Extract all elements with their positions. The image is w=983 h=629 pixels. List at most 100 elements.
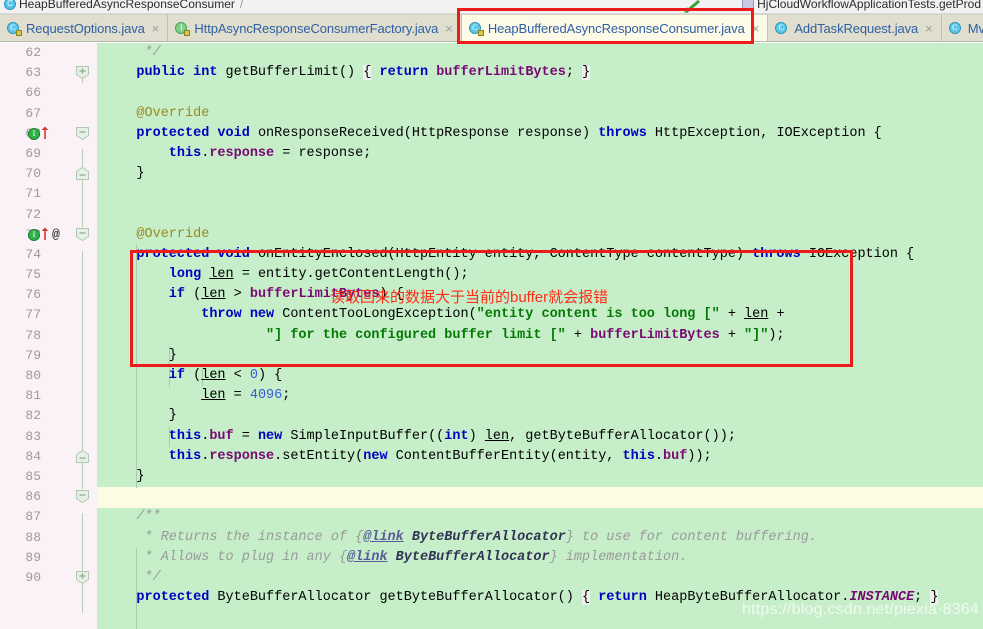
fold-expand-icon[interactable] [76, 570, 89, 584]
code-line: this.buf = new SimpleInputBuffer((int) l… [104, 428, 736, 444]
breadcrumb-test-name: HjCloudWorkflowApplicationTests.getProd [757, 0, 981, 11]
editor-gutter[interactable]: 62 63 66 67 68 [0, 43, 97, 629]
close-icon[interactable]: × [152, 22, 160, 35]
gutter-line: 69 [0, 144, 97, 164]
code-line: len = 4096; [201, 388, 291, 404]
line-number: 89 [25, 549, 41, 565]
code-line: } [104, 408, 177, 424]
green-arrow-icon [684, 0, 700, 13]
test-class-icon [742, 0, 755, 10]
class-icon: C [948, 21, 963, 35]
line-number: 74 [25, 246, 41, 262]
code-line: * Allows to plug in any {@link ByteBuffe… [104, 549, 688, 565]
annotation-at-icon[interactable]: @ [52, 227, 60, 242]
fold-collapse-icon[interactable] [76, 167, 89, 181]
gutter-line: 81 [0, 386, 97, 406]
close-icon[interactable]: × [925, 22, 933, 35]
fold-collapse-icon[interactable] [76, 490, 89, 504]
code-line: "] for the configured buffer limit [" + … [104, 327, 785, 343]
code-line: /** [104, 509, 161, 525]
gutter-line: 84 [0, 447, 97, 467]
fold-collapse-icon[interactable] [76, 449, 89, 463]
chinese-annotation-text: 读取回来的数据大于当前的buffer就会报错 [330, 289, 609, 306]
breadcrumb-separator: / [239, 0, 244, 11]
tab-http-async-response-consumer-factory[interactable]: I HttpAsyncResponseConsumerFactory.java … [168, 14, 462, 41]
tab-add-task-request[interactable]: C AddTaskRequest.java × [768, 14, 942, 41]
gutter-line: 79 [0, 346, 97, 366]
code-line: } [104, 468, 145, 484]
gutter-line: 87 [0, 507, 97, 527]
override-arrow-icon[interactable] [41, 126, 49, 140]
line-number: 75 [25, 267, 41, 283]
code-line: public int getBufferLimit() { return buf… [104, 65, 591, 81]
gutter-line: 63 [0, 63, 97, 83]
line-number: 85 [25, 468, 41, 484]
code-text-area[interactable]: */ public int getBufferLimit() { return … [97, 43, 983, 629]
gutter-line: 76 [0, 285, 97, 305]
class-icon: C [7, 21, 22, 36]
breadcrumb-left[interactable]: HeapBufferedAsyncResponseConsumer / [4, 0, 245, 11]
code-editor[interactable]: 62 63 66 67 68 [0, 43, 983, 629]
gutter-line: 90 [0, 568, 97, 588]
implements-method-icon[interactable] [28, 127, 40, 140]
editor-tab-bar: C RequestOptions.java × I HttpAsyncRespo… [0, 14, 983, 42]
fold-collapse-icon[interactable] [76, 227, 89, 241]
override-arrow-icon[interactable] [41, 227, 49, 241]
tab-mvc-config[interactable]: C MvcC [941, 14, 983, 41]
gutter-line-caret: 85 [0, 467, 97, 487]
gutter-line: 86 [0, 487, 97, 507]
line-number: 63 [25, 65, 41, 81]
code-line: this.response.setEntity(new ContentBuffe… [104, 448, 712, 464]
code-line: @Override [104, 105, 210, 121]
gutter-line: 83 [0, 427, 97, 447]
line-number: 79 [25, 347, 41, 363]
tab-heap-buffered-async-response-consumer[interactable]: C HeapBufferedAsyncResponseConsumer.java… [461, 14, 769, 41]
implements-method-icon[interactable] [28, 228, 40, 241]
tab-label: HeapBufferedAsyncResponseConsumer.java [487, 20, 745, 36]
tab-label: AddTaskRequest.java [794, 20, 919, 36]
tab-label: RequestOptions.java [26, 20, 145, 36]
line-number: 69 [25, 145, 41, 161]
gutter-line: 89 [0, 548, 97, 568]
line-number: 70 [25, 166, 41, 182]
code-line: throw new ContentTooLongException("entit… [104, 307, 785, 323]
interface-icon: I [175, 21, 191, 36]
line-number: 72 [25, 206, 41, 222]
tab-label: MvcC [967, 20, 983, 36]
code-line: protected void onEntityEnclosed(HttpEnti… [104, 246, 915, 262]
code-line: long len = entity.getContentLength(); [104, 267, 469, 283]
gutter-line: 66 [0, 83, 97, 103]
code-line: protected void onResponseReceived(HttpRe… [104, 125, 882, 141]
fold-expand-icon[interactable] [76, 66, 89, 80]
line-number: 86 [25, 489, 41, 505]
gutter-line: 80 [0, 366, 97, 386]
line-number: 81 [25, 388, 41, 404]
gutter-line: 88 [0, 528, 97, 548]
intellij-editor-window: HeapBufferedAsyncResponseConsumer / HjCl… [0, 0, 983, 629]
tab-label: HttpAsyncResponseConsumerFactory.java [194, 20, 439, 36]
gutter-line: 82 [0, 406, 97, 426]
code-line: */ [104, 569, 161, 585]
gutter-line: 78 [0, 326, 97, 346]
gutter-line: 75 [0, 265, 97, 285]
line-number: 87 [25, 509, 41, 525]
gutter-line: 71 [0, 184, 97, 204]
line-number: 80 [25, 368, 41, 383]
close-icon[interactable]: × [752, 22, 760, 35]
class-icon [4, 0, 16, 10]
code-line: this.response = response; [104, 145, 372, 161]
line-number: 77 [25, 307, 41, 323]
watermark-text: https://blog.csdn.net/piexia·8364 [742, 601, 979, 618]
breadcrumb-bar: HeapBufferedAsyncResponseConsumer / HjCl… [0, 0, 983, 14]
gutter-line: 72 [0, 205, 97, 225]
tab-request-options[interactable]: C RequestOptions.java × [0, 14, 169, 41]
code-line: } [104, 166, 145, 182]
close-icon[interactable]: × [445, 22, 453, 35]
code-line: if (len < 0) { [104, 368, 283, 383]
breadcrumb-right[interactable]: HjCloudWorkflowApplicationTests.getProd [742, 0, 981, 11]
fold-collapse-icon[interactable] [76, 126, 89, 140]
code-line: @Override [104, 226, 210, 242]
